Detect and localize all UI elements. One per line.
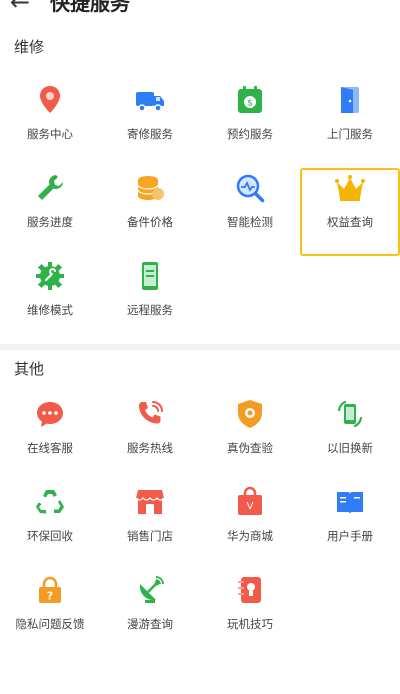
section-repair: 维修 服务中心 寄修服务 $ 预约服务 上门服务服务进度 备件价格 智能检测 权益查询维修模式… bbox=[0, 14, 400, 344]
location-pin-icon bbox=[34, 84, 66, 116]
service-label: 环保回收 bbox=[27, 529, 73, 543]
service-label: 上门服务 bbox=[327, 127, 373, 141]
service-label: 真伪查验 bbox=[227, 441, 273, 455]
phone-recycle-icon bbox=[334, 398, 366, 430]
truck-icon bbox=[134, 84, 166, 116]
store-icon bbox=[134, 486, 166, 518]
service-label: 隐私问题反馈 bbox=[15, 617, 85, 631]
service-tile[interactable]: 权益查询 bbox=[300, 168, 400, 256]
service-label: 远程服务 bbox=[127, 303, 173, 317]
service-tile[interactable]: 真伪查验 bbox=[200, 394, 300, 482]
service-tile[interactable]: 远程服务 bbox=[100, 256, 200, 344]
page-title: 快捷服务 bbox=[50, 0, 130, 14]
service-label: 维修模式 bbox=[27, 303, 73, 317]
svg-text:V: V bbox=[247, 501, 254, 512]
service-label: 智能检测 bbox=[227, 215, 273, 229]
wrench-icon bbox=[34, 172, 66, 204]
satellite-icon bbox=[134, 574, 166, 606]
service-tile[interactable]: 维修模式 bbox=[0, 256, 100, 344]
section-other: 其他 在线客服 服务热线 真伪查验 以旧换新 环保回收 销售门店 V 华为商城 用户手册? 隐私问… bbox=[0, 350, 400, 694]
svg-text:?: ? bbox=[47, 590, 53, 603]
book-icon bbox=[334, 486, 366, 518]
service-tile[interactable]: 玩机技巧 bbox=[200, 570, 300, 658]
service-label: 权益查询 bbox=[327, 215, 373, 229]
service-label: 备件价格 bbox=[127, 215, 173, 229]
section-title: 其他 bbox=[14, 360, 45, 378]
crown-icon bbox=[334, 172, 366, 204]
service-tile[interactable]: ? 隐私问题反馈 bbox=[0, 570, 100, 658]
shopping-bag-icon: V bbox=[234, 486, 266, 518]
recycle-icon bbox=[34, 486, 66, 518]
lock-question-icon: ? bbox=[34, 574, 66, 606]
service-label: 用户手册 bbox=[327, 529, 373, 543]
service-label: 以旧换新 bbox=[327, 441, 373, 455]
service-tile[interactable]: 用户手册 bbox=[300, 482, 400, 570]
service-tile[interactable]: 以旧换新 bbox=[300, 394, 400, 482]
service-label: 服务中心 bbox=[27, 127, 73, 141]
service-tile[interactable]: 智能检测 bbox=[200, 168, 300, 256]
top-bar: ← 快捷服务 bbox=[0, 0, 400, 14]
service-tile[interactable]: 服务中心 bbox=[0, 80, 100, 168]
service-tile[interactable]: 寄修服务 bbox=[100, 80, 200, 168]
service-label: 预约服务 bbox=[227, 127, 273, 141]
service-tile[interactable]: 在线客服 bbox=[0, 394, 100, 482]
service-label: 在线客服 bbox=[27, 441, 73, 455]
door-icon bbox=[334, 84, 366, 116]
service-tile[interactable]: 备件价格 bbox=[100, 168, 200, 256]
service-tile[interactable]: $ 预约服务 bbox=[200, 80, 300, 168]
service-label: 华为商城 bbox=[227, 529, 273, 543]
calendar-money-icon: $ bbox=[234, 84, 266, 116]
tips-phone-icon bbox=[234, 574, 266, 606]
chat-bubble-icon bbox=[34, 398, 66, 430]
magnifier-pulse-icon bbox=[234, 172, 266, 204]
coins-icon bbox=[134, 172, 166, 204]
service-label: 销售门店 bbox=[127, 529, 173, 543]
service-grid: 服务中心 寄修服务 $ 预约服务 上门服务服务进度 备件价格 智能检测 权益查询维修模式 远程服… bbox=[0, 80, 400, 344]
service-tile[interactable]: 环保回收 bbox=[0, 482, 100, 570]
service-tile[interactable]: 服务热线 bbox=[100, 394, 200, 482]
service-tile[interactable]: 销售门店 bbox=[100, 482, 200, 570]
service-label: 服务热线 bbox=[127, 441, 173, 455]
service-label: 寄修服务 bbox=[127, 127, 173, 141]
service-tile[interactable]: V 华为商城 bbox=[200, 482, 300, 570]
service-tile[interactable]: 上门服务 bbox=[300, 80, 400, 168]
remote-phone-icon bbox=[134, 260, 166, 292]
back-arrow-icon[interactable]: ← bbox=[10, 0, 30, 14]
section-title: 维修 bbox=[14, 38, 45, 56]
phone-icon bbox=[134, 398, 166, 430]
svg-text:$: $ bbox=[247, 99, 253, 109]
shield-check-icon bbox=[234, 398, 266, 430]
service-tile[interactable]: 服务进度 bbox=[0, 168, 100, 256]
service-label: 漫游查询 bbox=[127, 617, 173, 631]
gear-wrench-icon bbox=[34, 260, 66, 292]
service-label: 玩机技巧 bbox=[227, 617, 273, 631]
service-tile[interactable]: 漫游查询 bbox=[100, 570, 200, 658]
service-grid: 在线客服 服务热线 真伪查验 以旧换新 环保回收 销售门店 V 华为商城 用户手册? 隐私问题反馈… bbox=[0, 394, 400, 658]
service-label: 服务进度 bbox=[27, 215, 73, 229]
